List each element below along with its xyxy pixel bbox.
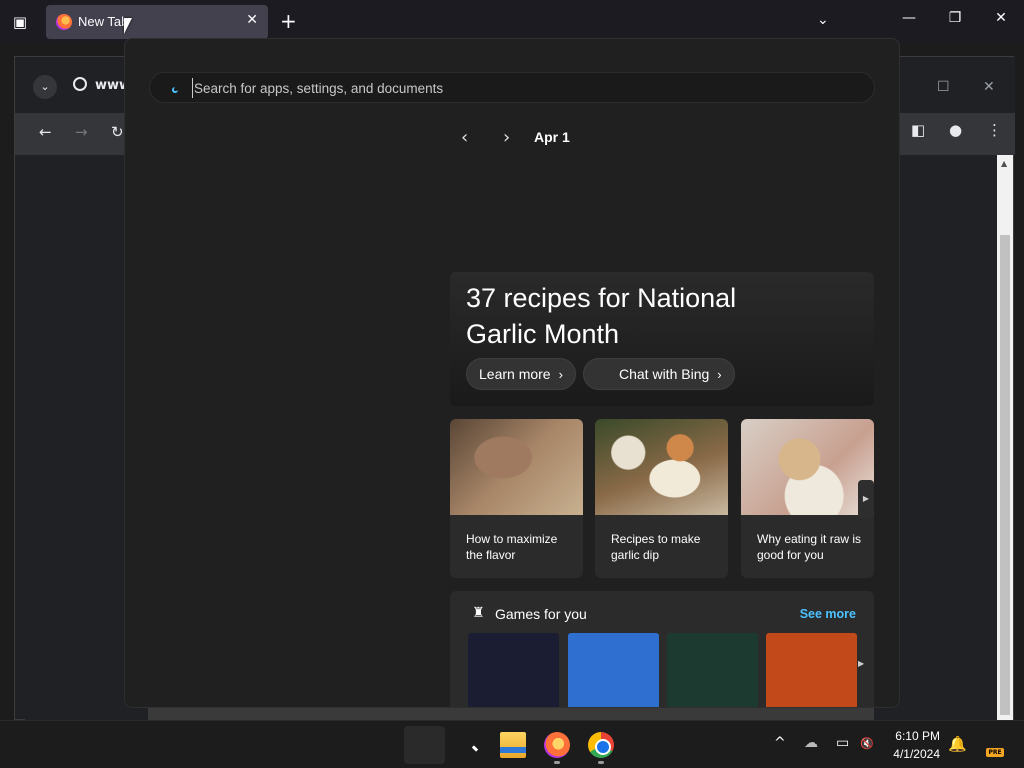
restore-button[interactable]: ❐ [943, 10, 967, 26]
onedrive-icon[interactable]: ☁ [804, 735, 818, 751]
side-panel-icon[interactable]: ◧ [911, 121, 925, 139]
scroll-thumb[interactable] [1000, 235, 1010, 715]
time-text: 6:10 PM [895, 729, 940, 743]
carousel-next-icon[interactable]: ▶ [858, 480, 874, 518]
chevron-right-icon: › [717, 367, 722, 382]
firefox-taskbar-icon[interactable] [544, 732, 570, 758]
search-busy-icon [471, 745, 479, 752]
back-icon[interactable]: ← [39, 123, 52, 141]
chrome-scrollbar[interactable]: ▲ [997, 155, 1013, 721]
chat-with-bing-button[interactable]: Chat with Bing › [583, 358, 735, 390]
clock[interactable]: 6:10 PM 4/1/2024 [880, 727, 940, 763]
chat-with-bing-label: Chat with Bing [619, 366, 710, 382]
tab-new-tab[interactable]: New Tab ✕ [46, 5, 268, 39]
scroll-up-icon[interactable]: ▲ [1001, 159, 1007, 168]
chrome-menu-icon[interactable]: ⋮ [987, 121, 1002, 139]
new-tab-button[interactable]: + [280, 10, 297, 32]
widgets-button[interactable] [404, 726, 445, 764]
forward-icon[interactable]: → [75, 123, 88, 141]
list-all-tabs-icon[interactable]: ▣ [8, 10, 32, 34]
mouse-cursor [124, 18, 136, 34]
story-image [741, 419, 874, 515]
tab-search-icon[interactable]: ⌄ [33, 75, 57, 99]
story-card[interactable]: How to maximize the flavor [450, 419, 583, 578]
game-piece-icon: ♜ [472, 605, 485, 621]
story-card[interactable]: Why eating it raw is good for you [741, 419, 874, 578]
games-section: ♜ Games for you See more ▶ [450, 591, 874, 707]
see-more-link[interactable]: See more [800, 607, 856, 621]
notification-bell-icon[interactable]: 🔔 [948, 735, 967, 753]
chevron-right-icon: › [558, 367, 563, 382]
close-tab-icon[interactable]: ✕ [246, 12, 258, 28]
chevron-down-icon[interactable]: ⌄ [817, 12, 829, 28]
minimize-button[interactable]: — [897, 10, 921, 26]
preview-badge: PRE [986, 748, 1004, 757]
chrome-horizontal-scrollbar[interactable] [148, 707, 874, 720]
learn-more-button[interactable]: Learn more › [466, 358, 576, 390]
game-tile[interactable] [667, 633, 758, 707]
firefox-tab-bar: ▣ New Tab ✕ + ⌄ — ❐ ✕ [0, 0, 1024, 42]
story-card[interactable]: Recipes to make garlic dip [595, 419, 728, 578]
loading-spinner-icon [172, 87, 178, 93]
running-indicator [598, 761, 604, 764]
games-next-icon[interactable]: ▶ [858, 659, 864, 668]
file-explorer-icon[interactable] [500, 732, 526, 758]
story-image [595, 419, 728, 515]
chrome-site-tab[interactable]: www [73, 77, 131, 93]
windows-search-panel: ‹ › Apr 1 37 recipes for National Garlic… [124, 38, 900, 708]
games-title: Games for you [495, 606, 587, 622]
network-icon[interactable]: ▭ [836, 735, 849, 751]
taskbar: ^ ☁ ▭ 🔇 6:10 PM 4/1/2024 🔔 PRE [0, 720, 1024, 768]
next-day-icon[interactable]: › [503, 127, 510, 148]
firefox-favicon-icon [56, 14, 72, 30]
show-hidden-icons-icon[interactable]: ^ [774, 735, 786, 751]
close-window-button[interactable]: ✕ [989, 10, 1013, 26]
learn-more-label: Learn more [479, 366, 551, 382]
date-text: 4/1/2024 [893, 747, 940, 761]
story-caption: Recipes to make garlic dip [611, 532, 701, 562]
date-label: Apr 1 [534, 129, 570, 145]
game-tile[interactable] [568, 633, 659, 707]
story-caption: Why eating it raw is good for you [757, 532, 862, 562]
story-caption: How to maximize the flavor [466, 532, 558, 562]
hero-card[interactable]: 37 recipes for National Garlic Month Lea… [450, 272, 874, 406]
profile-icon[interactable]: ● [949, 121, 962, 139]
globe-icon [73, 77, 87, 91]
search-box[interactable] [149, 72, 875, 103]
chrome-close-button[interactable]: ✕ [983, 79, 995, 95]
tab-title: New Tab [78, 14, 129, 29]
chrome-taskbar-icon[interactable] [588, 732, 614, 758]
running-indicator [554, 761, 560, 764]
reload-icon[interactable]: ↻ [111, 123, 124, 141]
chrome-maximize-button[interactable]: ☐ [937, 79, 950, 95]
hero-title: 37 recipes for National Garlic Month [466, 283, 737, 349]
game-tile[interactable] [766, 633, 857, 707]
previous-day-icon[interactable]: ‹ [461, 127, 468, 148]
search-input[interactable] [192, 78, 852, 98]
story-image [450, 419, 583, 515]
game-tile[interactable] [468, 633, 559, 707]
volume-muted-icon[interactable]: 🔇 [860, 737, 874, 750]
